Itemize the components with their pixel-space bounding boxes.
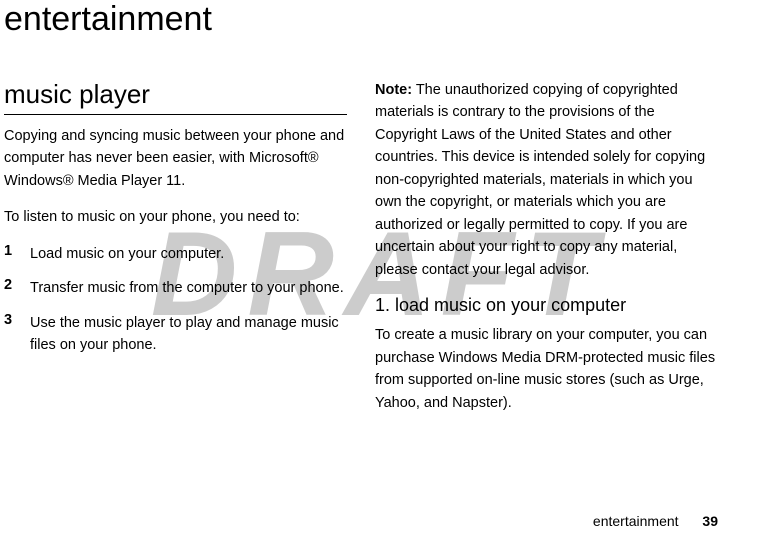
page-content: entertainment music player Copying and s… [0, 0, 758, 428]
step-text: Transfer music from the computer to your… [30, 277, 344, 299]
note-paragraph: Note: The unauthorized copying of copyri… [375, 79, 718, 281]
lead-paragraph: To listen to music on your phone, you ne… [4, 206, 347, 228]
page-title: entertainment [4, 0, 718, 39]
subsection-text: To create a music library on your comput… [375, 324, 718, 414]
left-column: music player Copying and syncing music b… [4, 79, 347, 428]
intro-paragraph: Copying and syncing music between your p… [4, 125, 347, 192]
footer-section-label: entertainment [593, 513, 679, 529]
step-row: 2 Transfer music from the computer to yo… [4, 277, 347, 299]
section-heading-music-player: music player [4, 79, 347, 115]
step-text: Use the music player to play and manage … [30, 312, 347, 357]
right-column: Note: The unauthorized copying of copyri… [375, 79, 718, 428]
note-label: Note: [375, 82, 412, 98]
step-row: 3 Use the music player to play and manag… [4, 312, 347, 357]
step-text: Load music on your computer. [30, 243, 224, 265]
step-number: 3 [4, 312, 30, 357]
step-number: 2 [4, 277, 30, 299]
page-footer: entertainment 39 [593, 513, 718, 529]
subsection-heading-load-music: 1. load music on your computer [375, 295, 718, 316]
step-number: 1 [4, 243, 30, 265]
footer-page-number: 39 [702, 513, 718, 529]
step-row: 1 Load music on your computer. [4, 243, 347, 265]
two-column-layout: music player Copying and syncing music b… [4, 79, 718, 428]
note-body: The unauthorized copying of copyrighted … [375, 82, 705, 278]
